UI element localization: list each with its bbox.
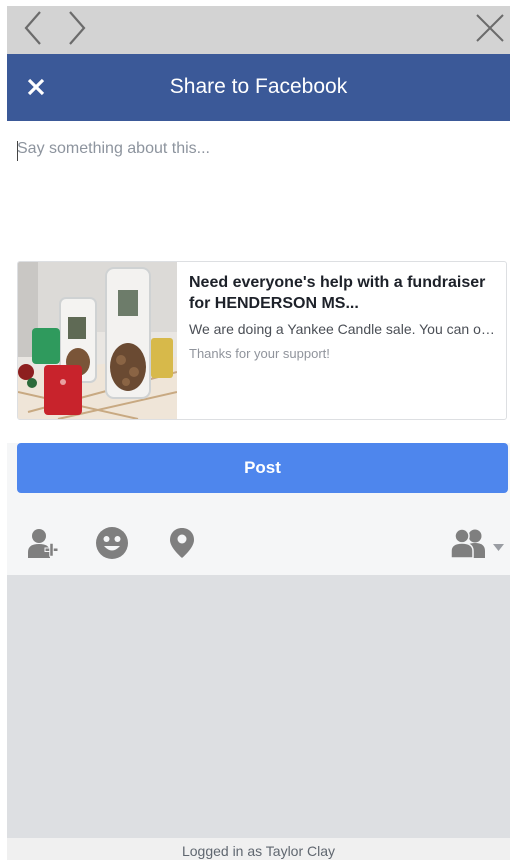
link-caption: Thanks for your support! xyxy=(189,346,330,361)
check-in-button[interactable] xyxy=(164,525,200,561)
keyboard-area xyxy=(7,575,510,838)
forward-button[interactable] xyxy=(59,8,95,48)
feeling-icon xyxy=(96,527,128,559)
link-title: Need everyone's help with a fundraiser f… xyxy=(189,274,486,312)
browser-toolbar xyxy=(7,6,510,54)
chevron-left-icon xyxy=(24,11,41,45)
friends-audience-icon xyxy=(450,528,504,558)
dialog-title: Share to Facebook xyxy=(169,75,348,98)
post-button[interactable]: Post xyxy=(17,443,508,493)
chevron-down-icon xyxy=(493,544,504,551)
compose-area: Need everyone's help with a fundraiser f… xyxy=(7,121,510,443)
action-area: Post xyxy=(7,443,510,575)
link-preview-image xyxy=(18,262,177,419)
feeling-button[interactable] xyxy=(94,525,130,561)
tag-people-icon xyxy=(28,529,59,558)
status-input[interactable] xyxy=(17,137,497,227)
link-preview-card[interactable]: Need everyone's help with a fundraiser f… xyxy=(17,261,507,420)
browser-close-button[interactable] xyxy=(472,8,508,48)
close-icon xyxy=(476,14,504,42)
location-pin-icon xyxy=(170,528,194,558)
link-preview-text: Need everyone's help with a fundraiser f… xyxy=(189,272,496,362)
dialog-header: Share to Facebook xyxy=(7,54,510,121)
logged-in-status: Logged in as Taylor Clay xyxy=(7,838,510,860)
link-description: We are doing a Yankee Candle sale. You c… xyxy=(189,321,496,337)
chevron-right-icon xyxy=(69,11,86,45)
tag-people-button[interactable] xyxy=(25,525,61,561)
share-dialog: Share to Facebook Say something about th… xyxy=(7,6,510,860)
back-button[interactable] xyxy=(15,8,51,48)
audience-selector[interactable] xyxy=(447,525,507,561)
